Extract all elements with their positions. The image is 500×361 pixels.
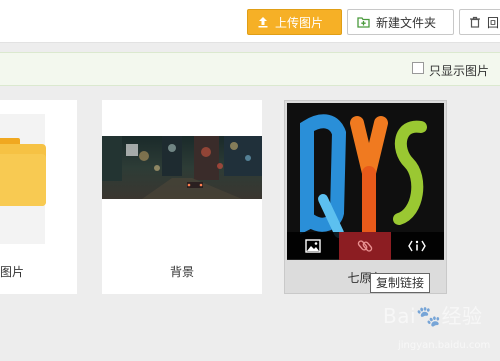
new-folder-icon <box>357 16 370 28</box>
file-card-image[interactable]: 背景 <box>102 100 262 294</box>
file-card-image-selected[interactable]: 七原色 <box>284 100 447 294</box>
hover-action-bar <box>287 232 444 260</box>
image-icon <box>305 239 321 253</box>
trash-icon <box>469 16 481 28</box>
top-toolbar: 上传图片 新建文件夹 回 <box>0 0 500 43</box>
info-icon <box>408 240 426 252</box>
card-name: 背景 <box>169 265 194 279</box>
card-name: 图片 <box>0 265 25 279</box>
watermark-suffix: 经验 <box>441 304 483 328</box>
baidu-watermark: Bai🐾经验 <box>383 304 483 328</box>
image-info-button[interactable] <box>391 232 443 260</box>
preview-image-button[interactable] <box>287 232 339 260</box>
copy-link-tooltip: 复制链接 <box>370 273 430 293</box>
upload-icon <box>257 16 269 28</box>
new-folder-label: 新建文件夹 <box>376 15 437 30</box>
new-folder-button[interactable]: 新建文件夹 <box>347 9 454 35</box>
show-images-only-label: 只显示图片 <box>429 64 490 78</box>
watermark-brand: Bai <box>383 304 417 328</box>
delete-label: 回 <box>487 15 500 30</box>
show-images-only-checkbox[interactable] <box>412 62 424 74</box>
watermark-sub: jingyan.baidu.com <box>398 340 491 351</box>
filter-bar: 只显示图片 <box>0 52 500 86</box>
delete-button[interactable]: 回 <box>459 9 500 35</box>
copy-link-button[interactable] <box>339 232 391 260</box>
link-icon <box>357 240 373 252</box>
folder-icon <box>0 138 46 206</box>
file-card-folder[interactable]: 图片 <box>0 100 77 294</box>
city-thumbnail <box>102 136 262 199</box>
upload-image-label: 上传图片 <box>275 15 324 30</box>
upload-image-button[interactable]: 上传图片 <box>247 9 342 35</box>
